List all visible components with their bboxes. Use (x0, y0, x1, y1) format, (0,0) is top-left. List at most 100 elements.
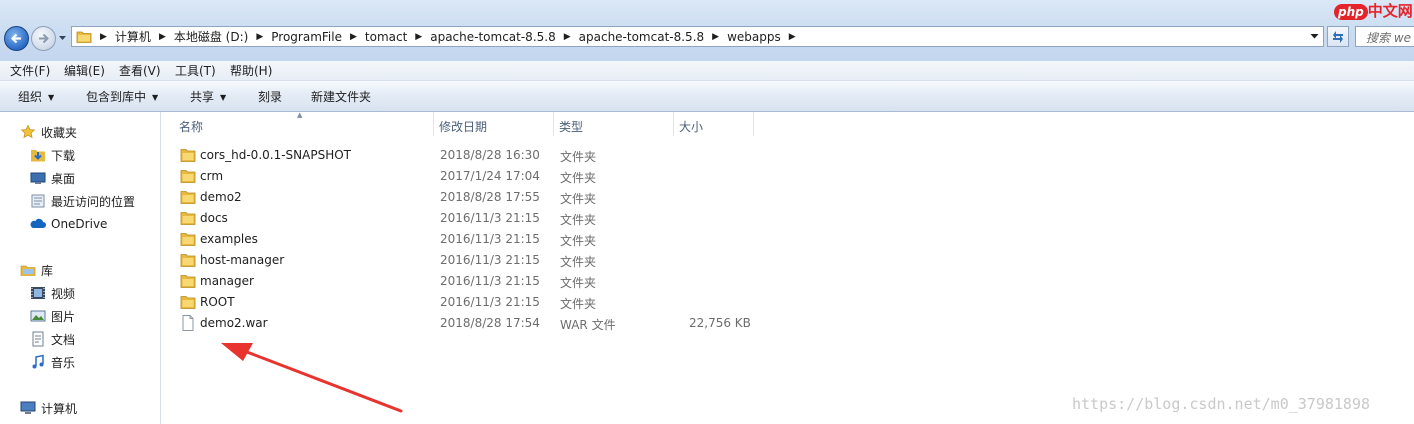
column-divider[interactable] (753, 112, 754, 136)
breadcrumb-tomcat-inner[interactable]: apache-tomcat-8.5.8 (573, 30, 711, 44)
chevron-down-icon: ▼ (220, 93, 227, 102)
breadcrumb-separator-icon[interactable]: ▶ (562, 32, 573, 42)
file-type: 文件夹 (560, 150, 597, 164)
nav-downloads-label: 下载 (51, 148, 76, 163)
include-in-library-label: 包含到库中 (86, 90, 147, 104)
file-name: crm (200, 169, 224, 183)
column-header-name[interactable]: 名称 (173, 112, 432, 136)
folder-icon (180, 275, 196, 288)
file-row[interactable]: manager 2016/11/3 21:15 文件夹 (161, 271, 761, 292)
organize-button[interactable]: 组织 ▼ (18, 88, 54, 105)
nav-desktop[interactable]: 桌面 (30, 169, 75, 187)
file-name: docs (200, 211, 228, 225)
file-row[interactable]: crm 2017/1/24 17:04 文件夹 (161, 166, 761, 187)
menu-bar: 文件(F) 编辑(E) 查看(V) 工具(T) 帮助(H) (0, 61, 1414, 81)
breadcrumb-separator-icon[interactable]: ▶ (710, 32, 721, 42)
address-history-dropdown-icon[interactable] (1310, 33, 1319, 40)
file-name: examples (200, 232, 258, 246)
breadcrumb-local-disk[interactable]: 本地磁盘 (D:) (168, 28, 254, 45)
chevron-down-icon: ▼ (48, 93, 55, 102)
include-in-library-button[interactable]: 包含到库中 ▼ (86, 88, 158, 105)
file-row[interactable]: cors_hd-0.0.1-SNAPSHOT 2018/8/28 16:30 文… (161, 145, 761, 166)
nav-recent-places[interactable]: 最近访问的位置 (30, 192, 135, 210)
command-toolbar: 组织 ▼ 包含到库中 ▼ 共享 ▼ 刻录 新建文件夹 (0, 81, 1414, 112)
menu-edit[interactable]: 编辑(E) (64, 62, 105, 79)
star-icon (20, 124, 36, 139)
menu-help[interactable]: 帮助(H) (230, 62, 272, 79)
breadcrumb-webapps[interactable]: webapps (721, 30, 787, 44)
desktop-icon (30, 172, 46, 184)
music-note-icon (32, 354, 44, 369)
folder-icon (180, 170, 196, 183)
file-modified: 2017/1/24 17:04 (440, 169, 540, 183)
new-folder-button[interactable]: 新建文件夹 (311, 88, 371, 105)
organize-label: 组织 (18, 90, 43, 104)
file-type: 文件夹 (560, 192, 597, 206)
back-button[interactable] (4, 26, 29, 51)
breadcrumb-separator-icon[interactable]: ▶ (157, 32, 168, 42)
breadcrumb-separator-icon[interactable]: ▶ (413, 32, 424, 42)
breadcrumb-separator-icon[interactable]: ▶ (254, 32, 265, 42)
menu-tools[interactable]: 工具(T) (175, 62, 216, 79)
column-header-size[interactable]: 大小 (673, 112, 753, 136)
search-input[interactable]: 搜索 we (1355, 26, 1414, 47)
file-row[interactable]: docs 2016/11/3 21:15 文件夹 (161, 208, 761, 229)
file-row[interactable]: demo2 2018/8/28 17:55 文件夹 (161, 187, 761, 208)
nav-downloads[interactable]: 下载 (30, 146, 75, 164)
library-icon (20, 265, 36, 276)
file-row[interactable]: host-manager 2016/11/3 21:15 文件夹 (161, 250, 761, 271)
file-name: cors_hd-0.0.1-SNAPSHOT (200, 148, 351, 162)
breadcrumb-separator-icon[interactable]: ▶ (348, 32, 359, 42)
file-type: 文件夹 (560, 297, 597, 311)
breadcrumb: ▶ 计算机 ▶ 本地磁盘 (D:) ▶ ProgramFile ▶ tomact… (98, 27, 798, 46)
nav-documents[interactable]: 文档 (30, 330, 75, 348)
video-film-icon (31, 287, 45, 299)
file-size: 22,756 KB (689, 316, 751, 330)
recent-places-icon (31, 194, 45, 208)
navigation-pane: 收藏夹 下载 桌面 最近访问的位置 OneDrive 库 视频 图片 文档 音乐… (0, 112, 161, 424)
nav-pictures-label: 图片 (51, 309, 76, 324)
refresh-button[interactable] (1327, 26, 1349, 47)
breadcrumb-tomcat-outer[interactable]: apache-tomcat-8.5.8 (424, 30, 562, 44)
menu-view[interactable]: 查看(V) (119, 62, 161, 79)
downloads-folder-icon (31, 150, 45, 162)
breadcrumb-tomact[interactable]: tomact (359, 30, 413, 44)
nav-favorites[interactable]: 收藏夹 (20, 123, 77, 141)
nav-desktop-label: 桌面 (51, 171, 76, 186)
nav-music[interactable]: 音乐 (30, 353, 75, 371)
column-header-type[interactable]: 类型 (553, 112, 673, 136)
nav-computer-label: 计算机 (41, 401, 78, 416)
breadcrumb-programfile[interactable]: ProgramFile (265, 30, 348, 44)
burn-button[interactable]: 刻录 (258, 88, 282, 105)
file-name: demo2 (200, 190, 242, 204)
breadcrumb-separator-icon[interactable]: ▶ (98, 32, 109, 42)
generic-file-icon (182, 315, 194, 331)
file-row[interactable]: demo2.war 2018/8/28 17:54 WAR 文件 22,756 … (161, 313, 761, 334)
nav-computer[interactable]: 计算机 (20, 399, 77, 417)
nav-recent-places-label: 最近访问的位置 (51, 194, 136, 209)
file-row[interactable]: examples 2016/11/3 21:15 文件夹 (161, 229, 761, 250)
folder-icon (180, 254, 196, 267)
share-label: 共享 (190, 90, 215, 104)
folder-icon (180, 191, 196, 204)
computer-icon (20, 401, 36, 414)
address-bar-area: ▶ 计算机 ▶ 本地磁盘 (D:) ▶ ProgramFile ▶ tomact… (0, 0, 1414, 61)
file-type: 文件夹 (560, 213, 597, 227)
forward-arrow-icon (39, 33, 49, 44)
column-header-modified[interactable]: 修改日期 (433, 112, 553, 136)
breadcrumb-separator-icon[interactable]: ▶ (787, 32, 798, 42)
breadcrumb-computer[interactable]: 计算机 (109, 28, 157, 45)
share-button[interactable]: 共享 ▼ (190, 88, 226, 105)
file-row[interactable]: ROOT 2016/11/3 21:15 文件夹 (161, 292, 761, 313)
nav-videos[interactable]: 视频 (30, 284, 75, 302)
address-field[interactable]: ▶ 计算机 ▶ 本地磁盘 (D:) ▶ ProgramFile ▶ tomact… (71, 26, 1324, 47)
forward-button[interactable] (31, 26, 56, 51)
recent-pages-dropdown-icon[interactable] (58, 33, 67, 42)
file-modified: 2018/8/28 16:30 (440, 148, 540, 162)
menu-file[interactable]: 文件(F) (10, 62, 50, 79)
nav-pictures[interactable]: 图片 (30, 307, 75, 325)
folder-icon (76, 31, 92, 43)
nav-libraries[interactable]: 库 (20, 261, 53, 279)
back-arrow-icon (10, 33, 21, 44)
nav-onedrive[interactable]: OneDrive (30, 215, 107, 233)
